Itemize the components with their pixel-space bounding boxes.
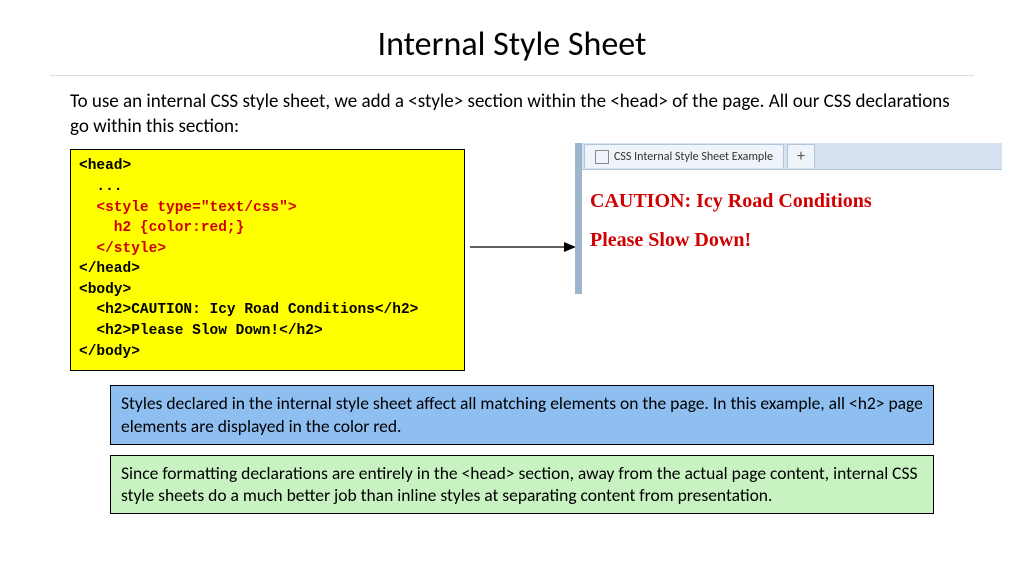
- code-line-style-close: </style>: [79, 241, 166, 257]
- code-line: </body>: [79, 344, 140, 360]
- note-blue: Styles declared in the internal style sh…: [110, 385, 934, 445]
- slide-title: Internal Style Sheet: [50, 24, 974, 65]
- code-line: <h2>CAUTION: Icy Road Conditions</h2>: [79, 302, 418, 318]
- browser-tabbar: CSS Internal Style Sheet Example +: [582, 143, 1002, 170]
- new-tab-button[interactable]: +: [787, 144, 815, 168]
- browser-mock: CSS Internal Style Sheet Example + CAUTI…: [575, 143, 1002, 294]
- code-line: </head>: [79, 261, 140, 277]
- title-rule: [50, 75, 974, 76]
- browser-content: CAUTION: Icy Road Conditions Please Slow…: [582, 170, 1002, 294]
- tab-label: CSS Internal Style Sheet Example: [614, 150, 773, 164]
- note-green: Since formatting declarations are entire…: [110, 455, 934, 515]
- browser-tab[interactable]: CSS Internal Style Sheet Example: [584, 144, 784, 168]
- arrow-icon: [468, 237, 578, 257]
- code-line-rule: h2 {color:red;}: [79, 220, 244, 236]
- code-line: <h2>Please Slow Down!</h2>: [79, 323, 323, 339]
- intro-text: To use an internal CSS style sheet, we a…: [70, 90, 954, 139]
- code-line: <head>: [79, 158, 131, 174]
- rendered-heading-1: CAUTION: Icy Road Conditions: [590, 190, 994, 213]
- code-line: ...: [79, 179, 123, 195]
- code-example: <head> ... <style type="text/css"> h2 {c…: [70, 149, 465, 371]
- rendered-heading-2: Please Slow Down!: [590, 229, 994, 252]
- code-line-style-open: <style type="text/css">: [79, 200, 297, 216]
- code-line: <body>: [79, 282, 131, 298]
- page-icon: [595, 150, 609, 164]
- example-row: <head> ... <style type="text/css"> h2 {c…: [70, 149, 954, 371]
